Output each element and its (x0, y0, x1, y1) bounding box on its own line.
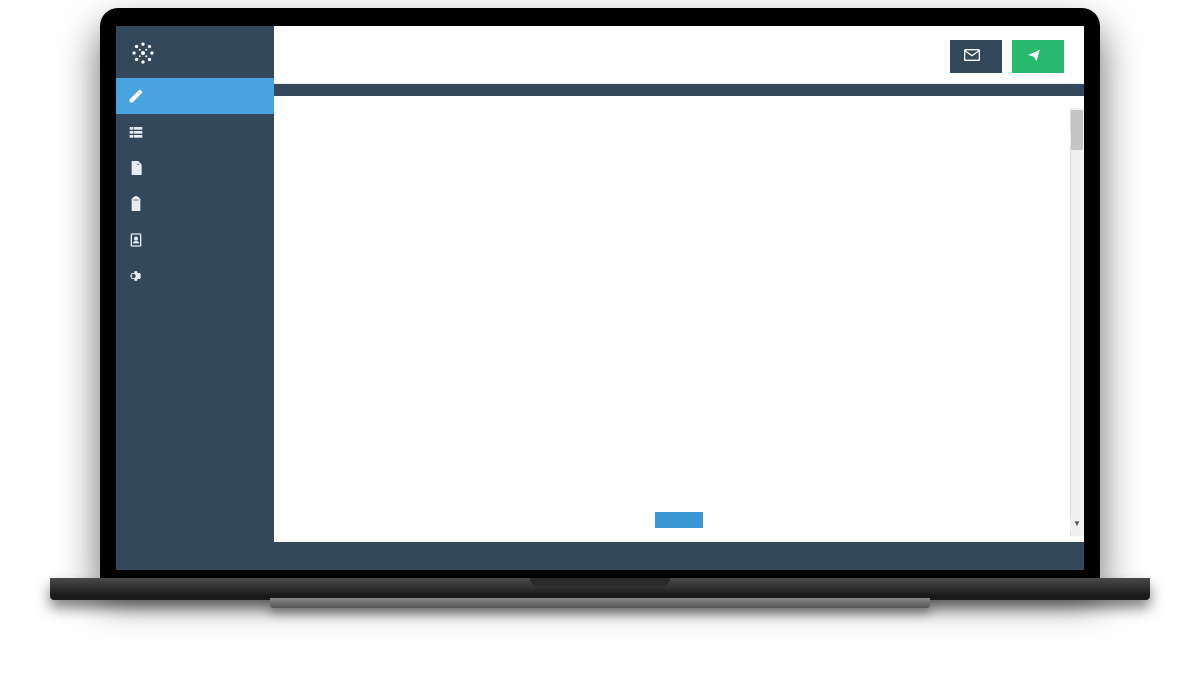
logo (116, 26, 274, 78)
pencil-icon (128, 88, 144, 104)
sidebar-item-escalation-report[interactable] (116, 150, 274, 186)
sidebar-item-manage-new-hires[interactable] (116, 222, 274, 258)
document-icon (128, 160, 144, 176)
logo-icon (130, 40, 156, 66)
mail-icon (964, 48, 980, 65)
scroll-down-icon[interactable]: ▼ (1070, 516, 1084, 530)
nav (116, 78, 274, 294)
sidebar (116, 26, 274, 570)
send-report-button[interactable] (950, 40, 1002, 73)
scrollbar-thumb[interactable] (1071, 110, 1083, 150)
sidebar-item-configurations[interactable] (116, 258, 274, 294)
top-bar (274, 26, 1084, 84)
paper-plane-icon (1026, 48, 1042, 65)
top-actions (950, 40, 1064, 73)
scrollbar-track[interactable]: ▲ ▼ (1070, 108, 1084, 536)
footer-bar (274, 542, 1084, 570)
sidebar-item-manage-assignments[interactable] (116, 186, 274, 222)
gear-icon (128, 268, 144, 284)
add-row-container (274, 497, 1084, 542)
table-body[interactable] (274, 96, 1084, 497)
table-header (274, 84, 1084, 96)
app-window: ▲ ▼ (116, 26, 1084, 570)
sidebar-item-edit-report[interactable] (116, 78, 274, 114)
report-table: ▲ ▼ (274, 84, 1084, 542)
main-panel: ▲ ▼ (274, 26, 1084, 570)
sidebar-item-idleness-report[interactable] (116, 114, 274, 150)
list-icon (128, 124, 144, 140)
clipboard-icon (128, 196, 144, 212)
badge-icon (128, 232, 144, 248)
add-new-button[interactable] (655, 512, 703, 528)
submit-button[interactable] (1012, 40, 1064, 73)
